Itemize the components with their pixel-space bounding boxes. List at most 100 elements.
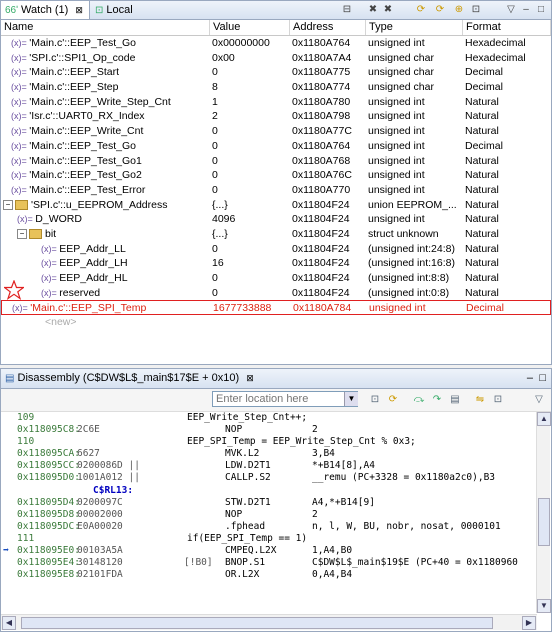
link-icon[interactable]: ⇋ (472, 392, 488, 407)
disassembly-line[interactable]: 0x118095D8: 00002000 NOP 2 (1, 509, 537, 521)
watch-row[interactable]: (x)= 'Main.c'::EEP_Test_Error 0 0x1180A770… (1, 183, 551, 198)
operand: 2 (312, 424, 318, 436)
watch-cell-format: Natural (465, 124, 551, 139)
collapse-all-icon[interactable]: ⊟ (340, 3, 354, 16)
disassembly-line[interactable]: 109 EEP_Write_Step_Cnt++; (1, 412, 537, 424)
disassembly-line[interactable]: 110 EEP_SPI_Temp = EEP_Write_Step_Cnt % 0… (1, 436, 537, 448)
disassembly-line[interactable]: 0x118095DC: E0A00020 .fphead n, l, W, BU, n… (1, 521, 537, 533)
scroll-up-icon[interactable]: ▲ (537, 412, 551, 426)
refresh-icon[interactable]: ⟳ (385, 392, 401, 407)
watch-cell-name: (x)= EEP_Addr_LL (1, 242, 210, 257)
watch-row[interactable]: (x)= 'Main.c'::EEP_Step 8 0x1180A774 unsign… (1, 80, 551, 95)
remove-expression-icon[interactable]: ✖ (366, 3, 380, 16)
vertical-scrollbar[interactable]: ▲ ▼ (536, 412, 551, 613)
tab-watch[interactable]: 66ʹ Watch (1) ⊠ (1, 1, 90, 19)
opcode: 0200086D || (77, 460, 140, 472)
show-source-icon[interactable]: ▤ (447, 392, 463, 407)
tab-local[interactable]: ⊡Local (1) (91, 1, 151, 35)
chevron-down-icon[interactable]: ▼ (344, 392, 358, 406)
location-input[interactable] (212, 391, 358, 407)
step-into-icon[interactable]: ↷ (429, 392, 445, 407)
view-menu-icon[interactable]: ▽ (504, 3, 518, 16)
column-header-format[interactable]: Format (463, 20, 551, 35)
watch-cell-format: Natural (465, 95, 551, 110)
close-icon[interactable]: ⊠ (246, 373, 254, 383)
scroll-left-icon[interactable]: ◀ (2, 616, 16, 630)
variable-icon: (x)= (11, 82, 30, 93)
watch-row[interactable]: (x)= 'Main.c'::EEP_Test_Go 0x00000000 0x11… (1, 36, 551, 51)
disassembly-line[interactable]: 111 if(EEP_SPI_Temp == 1) (1, 533, 537, 545)
watch-row[interactable]: (x)= D_WORD 4096 0x11804F24 unsigned int Nat… (1, 212, 551, 227)
watch-value-text: 0x00000000 (212, 37, 270, 49)
watch-value-text: 0 (212, 139, 218, 152)
disassembly-line[interactable]: 0x118095D4: 0200097C STW.D2T1 A4,*+B14[9] (1, 497, 537, 509)
watch-row[interactable]: − bit {...} 0x11804F24 struct unknown Natural (1, 227, 551, 242)
variable-icon: (x)= (11, 140, 30, 151)
watch-name-text: D_WORD (35, 213, 82, 226)
variable-icon: (x)= (11, 170, 30, 181)
minimize-icon[interactable]: – (519, 3, 533, 16)
disassembly-line[interactable]: 0x118095C8: 2C6E NOP 2 (1, 424, 537, 436)
disassembly-line[interactable]: 0x118095D0: 1001A012 || CALLP.S2 __remu (PC… (1, 472, 537, 484)
go-to-location-icon[interactable]: ⊡ (367, 392, 383, 407)
scroll-down-icon[interactable]: ▼ (537, 599, 551, 613)
watch-row[interactable]: (x)= 'Main.c'::EEP_Write_Step_Cnt 1 0x1180… (1, 95, 551, 110)
watch-cell-format: Natural (465, 256, 551, 271)
disassembly-line[interactable]: 0x118095E8: 02101FDA OR.L2X 0,A4,B4 (1, 569, 537, 581)
watch-cell-value: {...} (212, 227, 292, 242)
minimize-icon[interactable]: – (527, 369, 533, 388)
watch-row[interactable]: (x)= 'Main.c'::EEP_Test_Go2 0 0x1180A76C un… (1, 168, 551, 183)
view-menu-icon[interactable]: ▽ (531, 392, 547, 407)
watch-row[interactable]: (x)= 'Main.c'::EEP_Test_Go1 0 0x1180A768 un… (1, 154, 551, 169)
watch-cell-address: 0x1180A774 (292, 80, 366, 95)
operand: 0,A4,B4 (312, 569, 353, 581)
watch-row[interactable]: (x)= 'Isr.c'::UART0_RX_Index 2 0x1180A798 u… (1, 109, 551, 124)
watch-row[interactable]: − 'SPI.c'::u_EEPROM_Address {...} 0x11804F2… (1, 198, 551, 213)
column-header-address[interactable]: Address (290, 20, 366, 35)
disassembly-line[interactable]: 0x118095E4: 30148120 [!B0] BNOP.S1 C$DW$L$_m… (1, 557, 537, 569)
watch-cell-name: (x)= 'Main.c'::EEP_Test_Go (1, 36, 210, 51)
collapse-toggle-icon[interactable]: − (17, 229, 27, 240)
lock-icon[interactable]: ⊕ (452, 3, 466, 16)
disassembly-line[interactable]: 0x118095CC: 0200086D || LDW.D2T1 *+B14[8],A… (1, 460, 537, 472)
maximize-icon[interactable]: □ (539, 369, 546, 388)
watch-row[interactable]: (x)= reserved 0 0x11804F24 (unsigned int:0:… (1, 286, 551, 301)
new-expression-row[interactable]: <new> (1, 315, 551, 330)
watch-cell-format: Natural (465, 227, 551, 242)
vertical-scroll-thumb[interactable] (538, 498, 550, 546)
column-header-name[interactable]: Name (1, 20, 210, 35)
disassembly-tab[interactable]: ▤ Disassembly (C$DW$L$_main$17$E + 0x10)… (1, 369, 551, 389)
watch-cell-value: 1677733888 (213, 301, 293, 316)
refresh-icon[interactable]: ⟳ (414, 3, 428, 16)
scroll-right-icon[interactable]: ▶ (522, 616, 536, 630)
disassembly-line[interactable]: 0x118095CA: 6627 MVK.L2 3,B4 (1, 448, 537, 460)
line-address: 0x118095DC: (17, 520, 80, 532)
watch-row[interactable]: (x)= EEP_Addr_LL 0 0x11804F24 (unsigned int… (1, 242, 551, 257)
watch-cell-value: 0 (212, 154, 292, 169)
horizontal-scroll-thumb[interactable] (21, 617, 493, 629)
watch-row[interactable]: (x)= 'Main.c'::EEP_Write_Cnt 0 0x1180A77C u… (1, 124, 551, 139)
watch-row[interactable]: (x)= EEP_Addr_HL 0 0x11804F24 (unsigned int… (1, 271, 551, 286)
new-view-icon[interactable]: ⊡ (490, 392, 506, 407)
maximize-icon[interactable]: □ (534, 3, 548, 16)
disassembly-line[interactable]: C$RL13: (1, 485, 537, 497)
watch-value-text: 0 (212, 66, 218, 79)
column-header-type[interactable]: Type (366, 20, 463, 35)
continuous-refresh-icon[interactable]: ⟳ (433, 3, 447, 16)
watch-row[interactable]: (x)= 'SPI.c'::SPI1_Op_code 0x00 0x1180A7A4… (1, 51, 551, 66)
close-icon[interactable]: ⊠ (75, 5, 83, 15)
watch-row[interactable]: (x)= EEP_Addr_LH 16 0x11804F24 (unsigned in… (1, 256, 551, 271)
collapse-toggle-icon[interactable]: − (3, 199, 13, 210)
disassembly-line[interactable]: 0x118095E0: 00103A5A CMPEQ.L2X 1,A4,B0 ➡ (1, 545, 537, 557)
remove-all-icon[interactable]: ✖ (381, 3, 395, 16)
watch-row[interactable]: (x)= 'Main.c'::EEP_SPI_Temp 1677733888 0x1… (1, 300, 551, 316)
step-over-icon[interactable]: ⤼ (411, 392, 427, 407)
watch-cell-type: unsigned char (368, 65, 463, 80)
watch-row[interactable]: (x)= 'Main.c'::EEP_Start 0 0x1180A775 unsig… (1, 65, 551, 80)
watch-row[interactable]: (x)= 'Main.c'::EEP_Test_Go 0 0x1180A764 uns… (1, 139, 551, 154)
horizontal-scrollbar[interactable]: ◀ ▶ (1, 614, 537, 630)
new-view-icon[interactable]: ⊡ (469, 3, 483, 16)
watch-cell-name: (x)= D_WORD (1, 212, 210, 227)
column-header-value[interactable]: Value (210, 20, 290, 35)
watch-type-text: unsigned int (368, 95, 425, 108)
